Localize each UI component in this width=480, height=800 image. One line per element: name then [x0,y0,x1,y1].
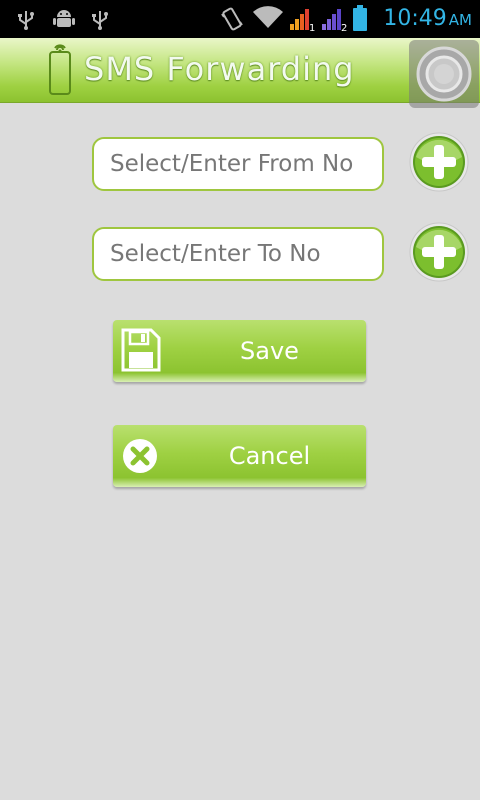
android-debug-icon [53,10,75,27]
to-number-field[interactable] [92,227,384,281]
add-to-button[interactable] [408,221,470,283]
status-time: 10:49 AM [383,6,472,31]
from-number-input[interactable] [110,139,372,188]
app-bar: SMS Forwarding [0,38,480,103]
from-number-field[interactable] [92,137,384,191]
cancel-label: Cancel [228,442,311,470]
x-circle-icon [123,439,157,473]
circle-menu-icon [416,46,472,102]
wifi-icon [253,6,283,29]
to-number-input[interactable] [110,229,372,278]
vibrate-icon [221,7,243,31]
clock-ampm: AM [448,11,472,29]
status-bar: 1 2 10:49 AM [0,0,480,38]
floppy-icon [121,328,161,372]
save-button[interactable]: Save [113,320,366,382]
sim1-label: 1 [309,23,315,32]
sim2-label: 2 [341,23,347,32]
phone-logo-icon [49,44,71,95]
battery-icon [353,5,367,31]
add-from-button[interactable] [408,131,470,193]
cancel-button[interactable]: Cancel [113,425,366,487]
signal-sim2-icon: 2 [322,9,347,32]
menu-action-button[interactable] [409,40,479,108]
usb-icon [92,11,108,30]
clock-time: 10:49 [383,6,447,31]
save-label: Save [240,337,299,365]
usb-icon [18,11,34,30]
app-title: SMS Forwarding [84,50,355,88]
signal-sim1-icon: 1 [290,9,315,32]
